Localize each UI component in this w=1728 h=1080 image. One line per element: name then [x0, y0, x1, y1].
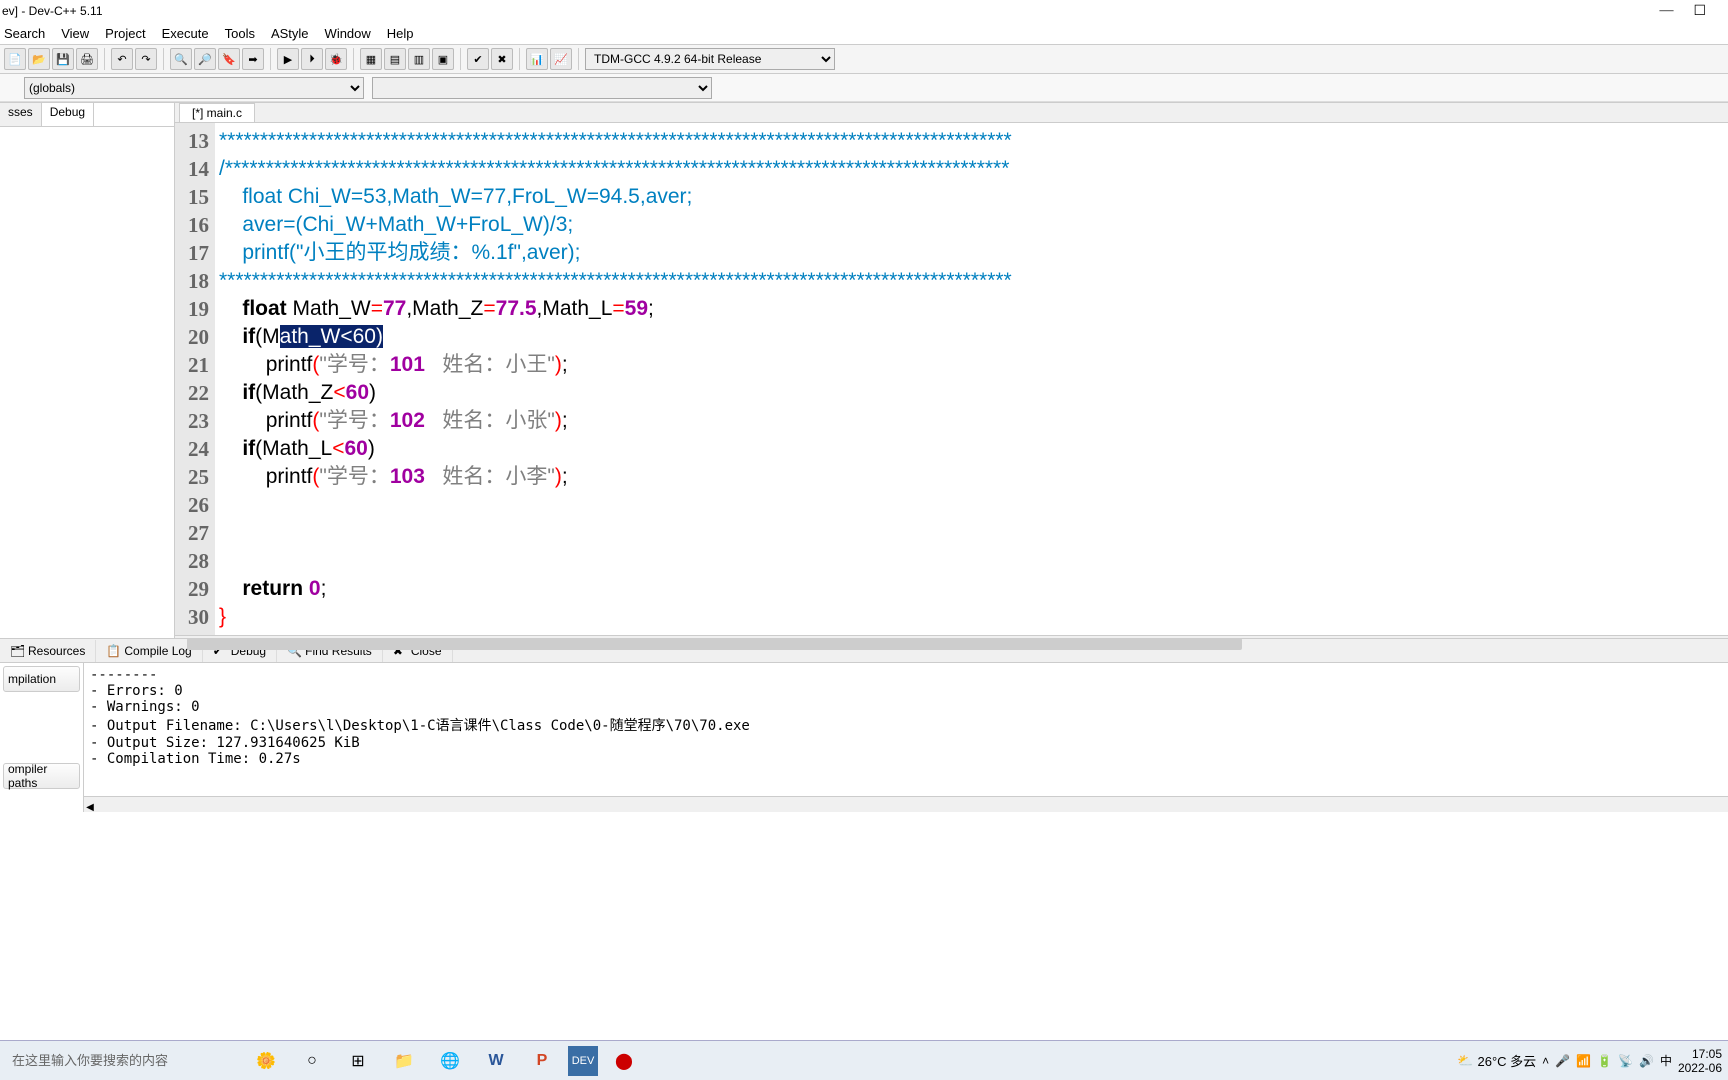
circle-icon[interactable]: ○: [292, 1044, 332, 1078]
tray-wifi-icon[interactable]: 📡: [1618, 1054, 1633, 1068]
save-button[interactable]: 💾: [52, 48, 74, 70]
tray-ime[interactable]: 中: [1660, 1052, 1672, 1069]
compile-log-panel: mpilation ompiler paths -------- - Error…: [0, 662, 1728, 812]
log-icon: 📋: [106, 644, 120, 658]
find-button[interactable]: 🔍: [170, 48, 192, 70]
weather-icon: ⛅: [1457, 1053, 1473, 1069]
editor-scroll-h[interactable]: [175, 635, 1728, 638]
gui3-button[interactable]: ▥: [408, 48, 430, 70]
gui1-button[interactable]: ▦: [360, 48, 382, 70]
word-icon[interactable]: W: [476, 1044, 516, 1078]
bookmark-button[interactable]: 🔖: [218, 48, 240, 70]
taskbar-search[interactable]: 在这里输入你要搜索的内容: [6, 1046, 236, 1076]
compiler-select[interactable]: TDM-GCC 4.9.2 64-bit Release: [585, 48, 835, 70]
run-button[interactable]: ⏵: [301, 48, 323, 70]
weather-widget[interactable]: ⛅ 26°C 多云: [1457, 1051, 1536, 1070]
menu-search[interactable]: Search: [4, 26, 45, 41]
menu-tools[interactable]: Tools: [225, 26, 255, 41]
tray-chevron-icon[interactable]: ˄: [1542, 1054, 1549, 1068]
compile-log-text[interactable]: -------- - Errors: 0 - Warnings: 0 - Out…: [84, 663, 1728, 796]
weather-text: 26°C 多云: [1477, 1051, 1536, 1070]
menu-help[interactable]: Help: [387, 26, 414, 41]
resources-icon: 🗂: [10, 644, 24, 658]
profile-button[interactable]: 📊: [526, 48, 548, 70]
tray-date[interactable]: 2022-06: [1678, 1061, 1722, 1075]
new-button[interactable]: 📄: [4, 48, 26, 70]
cortana-icon[interactable]: 🌼: [246, 1044, 286, 1078]
powerpoint-icon[interactable]: P: [522, 1044, 562, 1078]
main-toolbar: 📄 📂 💾 🖨 ↶ ↷ 🔍 🔎 🔖 ➡ ▶ ⏵ 🐞 ▦ ▤ ▥ ▣ ✔ ✖ 📊 …: [0, 44, 1728, 74]
globals-select[interactable]: (globals): [24, 77, 364, 99]
edge-icon[interactable]: 🌐: [430, 1044, 470, 1078]
tab-debug[interactable]: Debug: [42, 103, 94, 126]
sidebar: sses Debug: [0, 103, 175, 638]
goto-button[interactable]: ➡: [242, 48, 264, 70]
gui4-button[interactable]: ▣: [432, 48, 454, 70]
menu-astyle[interactable]: AStyle: [271, 26, 309, 41]
tray-bluetooth-icon[interactable]: 📶: [1576, 1054, 1591, 1068]
maximize-button[interactable]: ☐: [1693, 3, 1706, 20]
explorer-icon[interactable]: 📁: [384, 1044, 424, 1078]
menu-execute[interactable]: Execute: [162, 26, 209, 41]
print-button[interactable]: 🖨: [76, 48, 98, 70]
tray-time[interactable]: 17:05: [1678, 1047, 1722, 1061]
tab-classes[interactable]: sses: [0, 103, 42, 126]
menu-view[interactable]: View: [61, 26, 89, 41]
debug-button[interactable]: 🐞: [325, 48, 347, 70]
menu-bar: Search View Project Execute Tools AStyle…: [0, 22, 1728, 44]
navigation-bar: (globals): [0, 74, 1728, 102]
minimize-button[interactable]: —: [1659, 3, 1673, 20]
tray-volume-icon[interactable]: 🔊: [1639, 1054, 1654, 1068]
compilation-button[interactable]: mpilation: [3, 666, 80, 692]
gui2-button[interactable]: ▤: [384, 48, 406, 70]
tray-power-icon[interactable]: 🔋: [1597, 1054, 1612, 1068]
code-content[interactable]: ****************************************…: [215, 123, 1728, 635]
sidebar-content: [0, 127, 174, 638]
redo-button[interactable]: ↷: [135, 48, 157, 70]
undo-button[interactable]: ↶: [111, 48, 133, 70]
cancel-button[interactable]: ✖: [491, 48, 513, 70]
window-title: ev] - Dev-C++ 5.11: [2, 4, 103, 18]
editor-area: [*] main.c 13141516171819202122232425262…: [175, 103, 1728, 638]
tray-mic-icon[interactable]: 🎤: [1555, 1054, 1570, 1068]
record-icon[interactable]: ⬤: [604, 1044, 644, 1078]
menu-window[interactable]: Window: [325, 26, 371, 41]
bt-resources[interactable]: 🗂Resources: [0, 640, 96, 662]
scroll-thumb[interactable]: [187, 638, 1242, 650]
file-tab-main[interactable]: [*] main.c: [179, 103, 255, 122]
code-editor[interactable]: 131415161718192021222324252627282930 ***…: [175, 123, 1728, 635]
check-button[interactable]: ✔: [467, 48, 489, 70]
line-gutter: 131415161718192021222324252627282930: [175, 123, 215, 635]
replace-button[interactable]: 🔎: [194, 48, 216, 70]
compiler-paths-button[interactable]: ompiler paths: [3, 763, 80, 789]
search-placeholder: 在这里输入你要搜索的内容: [6, 1046, 236, 1073]
log-scroll-h[interactable]: ◀: [84, 796, 1728, 812]
taskbar: 在这里输入你要搜索的内容 🌼 ○ ⊞ 📁 🌐 W P DEV ⬤ ⛅ 26°C …: [0, 1040, 1728, 1080]
open-button[interactable]: 📂: [28, 48, 50, 70]
devcpp-icon[interactable]: DEV: [568, 1046, 598, 1076]
compile-button[interactable]: ▶: [277, 48, 299, 70]
menu-project[interactable]: Project: [105, 26, 145, 41]
functions-select[interactable]: [372, 77, 712, 99]
profile2-button[interactable]: 📈: [550, 48, 572, 70]
title-bar: ev] - Dev-C++ 5.11 — ☐: [0, 0, 1728, 22]
taskview-icon[interactable]: ⊞: [338, 1044, 378, 1078]
